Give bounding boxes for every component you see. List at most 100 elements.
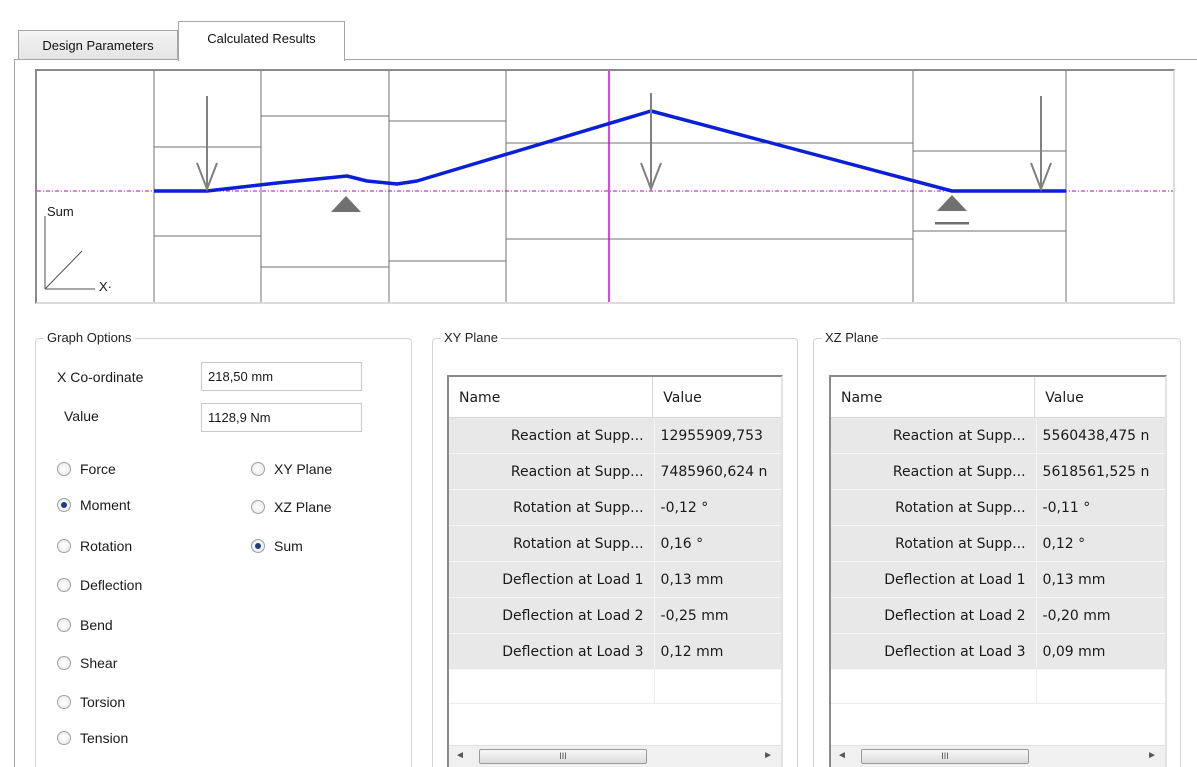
- graph-options-title: Graph Options: [44, 330, 135, 345]
- cell-value: -0,11 °: [1042, 500, 1091, 516]
- table-row[interactable]: Deflection at Load 2 -0,25 mm: [449, 598, 781, 634]
- radio-force-label: Force: [80, 461, 116, 477]
- horizontal-scrollbar[interactable]: ◄ III ►: [831, 745, 1165, 767]
- radio-xy-plane-label: XY Plane: [274, 461, 333, 477]
- radio-button-icon: [57, 578, 71, 592]
- x-coordinate-label: X Co-ordinate: [57, 369, 144, 385]
- scroll-right-icon[interactable]: ►: [763, 750, 773, 761]
- grid-header: Name Value: [831, 377, 1165, 418]
- x-coordinate-field[interactable]: 218,50 mm: [201, 362, 362, 391]
- table-row[interactable]: Rotation at Supp... 0,12 °: [831, 526, 1165, 562]
- column-header-name[interactable]: Name: [831, 377, 1036, 418]
- radio-button-icon: [251, 500, 265, 514]
- column-header-value[interactable]: Value: [653, 377, 781, 418]
- grid-rows: Reaction at Supp... 12955909,753 Reactio…: [449, 418, 781, 704]
- radio-button-icon: [57, 539, 71, 553]
- cell-name: Reaction at Supp...: [831, 418, 1037, 453]
- empty-cell: [655, 670, 781, 703]
- empty-row: [449, 670, 781, 704]
- graph-type-label: Sum: [47, 204, 74, 219]
- table-row[interactable]: Reaction at Supp... 5560438,475 n: [831, 418, 1165, 454]
- cell-name: Deflection at Load 1: [831, 562, 1037, 597]
- table-row[interactable]: Deflection at Load 3 0,09 mm: [831, 634, 1165, 670]
- radio-moment[interactable]: Moment: [57, 497, 131, 513]
- radio-torsion[interactable]: Torsion: [57, 694, 125, 710]
- cell-name: Reaction at Supp...: [831, 454, 1037, 489]
- radio-bend[interactable]: Bend: [57, 617, 113, 633]
- cell-name: Deflection at Load 2: [449, 598, 655, 633]
- radio-rotation-label: Rotation: [80, 538, 133, 554]
- empty-cell: [449, 670, 655, 703]
- scroll-thumb[interactable]: III: [861, 749, 1029, 764]
- radio-button-icon: [251, 462, 265, 476]
- cell-name: Rotation at Supp...: [831, 526, 1037, 561]
- xy-results-grid[interactable]: Name Value Reaction at Supp... 12955909,…: [447, 375, 783, 767]
- radio-shear-label: Shear: [80, 655, 118, 671]
- cell-value: 0,13 mm: [660, 572, 724, 588]
- table-row[interactable]: Rotation at Supp... -0,12 °: [449, 490, 781, 526]
- xz-results-grid[interactable]: Name Value Reaction at Supp... 5560438,4…: [829, 375, 1167, 767]
- radio-moment-label: Moment: [80, 497, 131, 513]
- column-header-value[interactable]: Value: [1035, 377, 1165, 418]
- cell-value: 5618561,525 n: [1042, 464, 1150, 480]
- cell-name: Rotation at Supp...: [831, 490, 1037, 525]
- scroll-left-icon[interactable]: ◄: [455, 750, 465, 761]
- horizontal-scrollbar[interactable]: ◄ III ►: [449, 745, 781, 767]
- cell-value: 0,12 mm: [660, 644, 724, 660]
- radio-button-selected-icon: [251, 539, 265, 553]
- radio-sum[interactable]: Sum: [251, 538, 303, 554]
- radio-tension[interactable]: Tension: [57, 730, 128, 746]
- table-row[interactable]: Deflection at Load 2 -0,20 mm: [831, 598, 1165, 634]
- tab-design-parameters[interactable]: Design Parameters: [18, 30, 178, 59]
- table-row[interactable]: Deflection at Load 1 0,13 mm: [449, 562, 781, 598]
- radio-deflection-label: Deflection: [80, 577, 143, 593]
- cell-name: Rotation at Supp...: [449, 490, 655, 525]
- table-row[interactable]: Reaction at Supp... 7485960,624 n: [449, 454, 781, 490]
- radio-xy-plane[interactable]: XY Plane: [251, 461, 332, 477]
- radio-xz-plane-label: XZ Plane: [274, 499, 332, 515]
- table-row[interactable]: Reaction at Supp... 12955909,753: [449, 418, 781, 454]
- cell-name: Deflection at Load 3: [449, 634, 655, 669]
- empty-row: [831, 670, 1165, 704]
- cell-name: Deflection at Load 2: [831, 598, 1037, 633]
- beam-diagram[interactable]: Sum X·: [35, 69, 1175, 304]
- empty-cell: [1037, 670, 1165, 703]
- scroll-right-icon[interactable]: ►: [1147, 750, 1157, 761]
- value-field[interactable]: 1128,9 Nm: [201, 403, 362, 432]
- grid-header: Name Value: [449, 377, 781, 418]
- radio-button-icon: [57, 618, 71, 632]
- empty-cell: [831, 670, 1037, 703]
- cell-value: 0,16 °: [660, 536, 704, 552]
- radio-button-icon: [57, 695, 71, 709]
- cell-value: -0,25 mm: [660, 608, 729, 624]
- column-header-name[interactable]: Name: [449, 377, 654, 418]
- table-row[interactable]: Deflection at Load 3 0,12 mm: [449, 634, 781, 670]
- load-arrows: [196, 93, 1052, 192]
- table-row[interactable]: Rotation at Supp... 0,16 °: [449, 526, 781, 562]
- radio-xz-plane[interactable]: XZ Plane: [251, 499, 332, 515]
- radio-rotation[interactable]: Rotation: [57, 538, 132, 554]
- radio-bend-label: Bend: [80, 617, 113, 633]
- xz-plane-title: XZ Plane: [822, 330, 882, 345]
- radio-force[interactable]: Force: [57, 461, 116, 477]
- radio-torsion-label: Torsion: [80, 694, 126, 710]
- radio-shear[interactable]: Shear: [57, 655, 117, 671]
- x-axis-label: X·: [99, 279, 112, 294]
- scroll-thumb[interactable]: III: [479, 749, 647, 764]
- table-row[interactable]: Rotation at Supp... -0,11 °: [831, 490, 1165, 526]
- diagram-canvas: [37, 71, 1173, 302]
- radio-deflection[interactable]: Deflection: [57, 577, 142, 593]
- cell-name: Reaction at Supp...: [449, 454, 655, 489]
- cell-value: 12955909,753: [660, 428, 763, 444]
- tab-calculated-results[interactable]: Calculated Results: [178, 21, 345, 61]
- axis-triad: [44, 216, 95, 290]
- radio-button-icon: [57, 656, 71, 670]
- scroll-left-icon[interactable]: ◄: [837, 750, 847, 761]
- radio-tension-label: Tension: [80, 730, 129, 746]
- table-row[interactable]: Reaction at Supp... 5618561,525 n: [831, 454, 1165, 490]
- xy-plane-title: XY Plane: [441, 330, 501, 345]
- cell-value: 0,12 °: [1042, 536, 1086, 552]
- tab-strip: Design Parameters Calculated Results: [0, 0, 1197, 61]
- table-row[interactable]: Deflection at Load 1 0,13 mm: [831, 562, 1165, 598]
- cell-name: Deflection at Load 3: [831, 634, 1037, 669]
